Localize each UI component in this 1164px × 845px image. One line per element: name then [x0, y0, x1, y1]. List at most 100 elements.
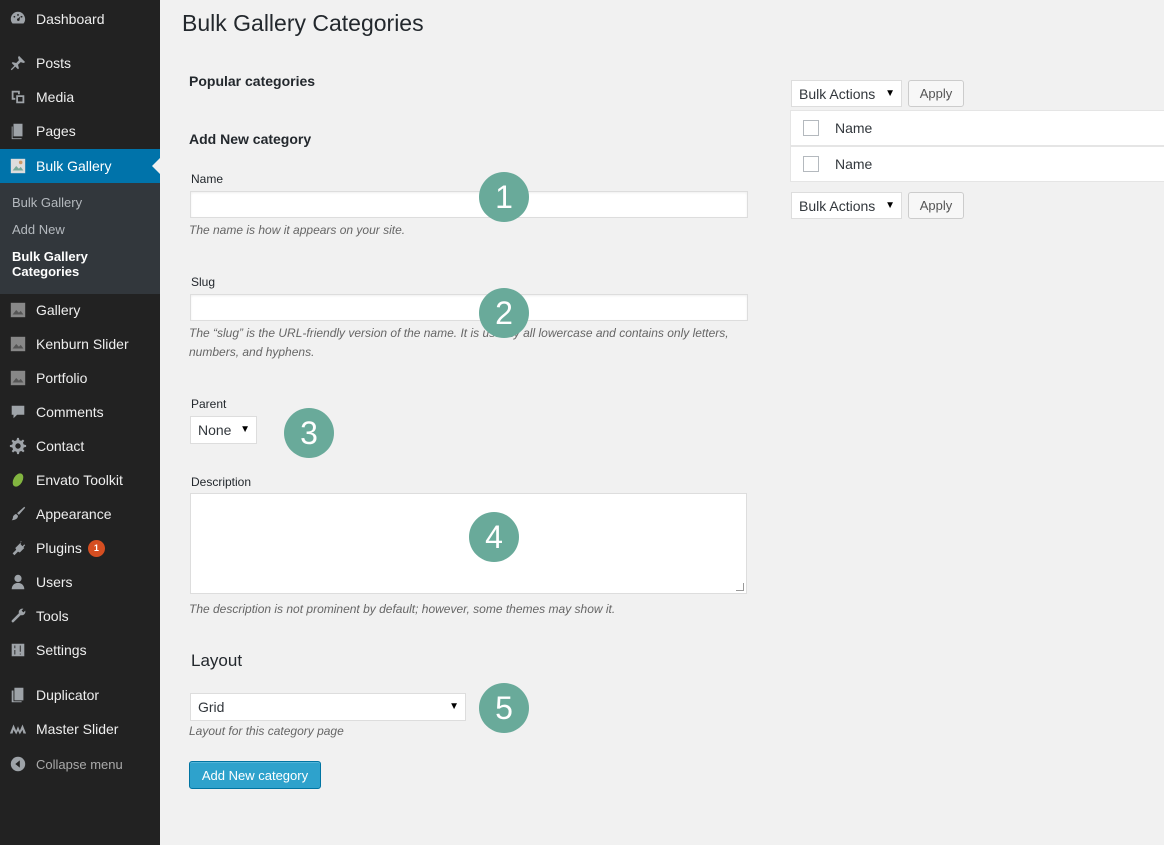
parent-label: Parent	[191, 397, 227, 411]
menu-master-slider[interactable]: Master Slider	[0, 712, 160, 746]
menu-pages[interactable]: Pages	[0, 114, 160, 148]
add-new-category-button[interactable]: Add New category	[189, 761, 321, 789]
description-textarea[interactable]	[190, 493, 747, 594]
slug-label: Slug	[191, 275, 216, 289]
resize-handle-icon[interactable]	[736, 583, 744, 591]
parent-select-value: None	[198, 422, 232, 438]
menu-label: Contact	[36, 438, 85, 454]
layout-description: Layout for this category page	[189, 724, 344, 738]
bulk-actions-select-top[interactable]: Bulk Actions ▼	[791, 80, 902, 107]
menu-label: Bulk Gallery	[36, 158, 112, 174]
menu-dashboard[interactable]: Dashboard	[0, 2, 160, 36]
slug-input[interactable]	[190, 294, 748, 321]
menu-envato-toolkit[interactable]: Envato Toolkit	[0, 463, 160, 497]
menu-appearance[interactable]: Appearance	[0, 497, 160, 531]
menu-settings[interactable]: Settings	[0, 633, 160, 667]
collapse-menu-button[interactable]: Collapse menu	[0, 747, 160, 781]
name-input[interactable]	[190, 191, 748, 218]
leaf-icon	[0, 471, 36, 489]
menu-label: Envato Toolkit	[36, 472, 123, 488]
submenu-add-new[interactable]: Add New	[12, 222, 65, 237]
menu-kenburn-slider[interactable]: Kenburn Slider	[0, 327, 160, 361]
popular-categories-heading[interactable]: Popular categories	[189, 73, 315, 89]
submenu-bulk-gallery-categories[interactable]: Bulk Gallery Categories	[12, 249, 112, 279]
menu-users[interactable]: Users	[0, 565, 160, 599]
marker-2: 2	[479, 288, 529, 338]
update-count-badge: 1	[87, 539, 105, 557]
name-label: Name	[191, 172, 224, 186]
menu-label: Settings	[36, 642, 87, 658]
select-all-checkbox-footer[interactable]	[803, 156, 819, 172]
plug-icon	[0, 539, 36, 557]
bulk-actions-value: Bulk Actions	[799, 85, 876, 102]
gallery-plugin-icon	[0, 157, 36, 175]
pin-icon	[0, 54, 36, 72]
admin-sidebar: Dashboard Posts Media Pages Bulk Gallery…	[0, 0, 160, 845]
menu-label: Posts	[36, 55, 72, 71]
menu-contact[interactable]: Contact	[0, 429, 160, 463]
menu-portfolio[interactable]: Portfolio	[0, 361, 160, 395]
duplicator-icon	[0, 686, 36, 704]
dashboard-icon	[0, 10, 36, 28]
menu-label: Pages	[36, 123, 76, 139]
master-slider-icon	[0, 720, 36, 738]
menu-media[interactable]: Media	[0, 80, 160, 114]
submenu-bulk-gallery[interactable]: Bulk Gallery	[12, 195, 82, 210]
menu-label: Dashboard	[36, 11, 105, 27]
description-help: The description is not prominent by defa…	[189, 602, 616, 616]
marker-5: 5	[479, 683, 529, 733]
marker-1: 1	[479, 172, 529, 222]
collapse-arrow-icon	[0, 755, 36, 773]
layout-select[interactable]: Grid ▼	[190, 693, 466, 721]
menu-label: Appearance	[36, 506, 112, 522]
menu-gallery[interactable]: Gallery	[0, 293, 160, 327]
column-footer-name[interactable]: Name	[835, 156, 872, 172]
menu-plugins[interactable]: Plugins 1	[0, 531, 160, 565]
pages-icon	[0, 122, 36, 140]
menu-tools[interactable]: Tools	[0, 599, 160, 633]
dropdown-arrow-icon: ▼	[885, 88, 895, 99]
bulk-actions-select-bottom[interactable]: Bulk Actions ▼	[791, 192, 902, 219]
select-all-checkbox[interactable]	[803, 120, 819, 136]
menu-label: Media	[36, 89, 75, 105]
menu-comments[interactable]: Comments	[0, 395, 160, 429]
collapse-label: Collapse menu	[36, 756, 123, 772]
menu-label: Master Slider	[36, 721, 119, 737]
menu-duplicator[interactable]: Duplicator	[0, 678, 160, 712]
page-title: Bulk Gallery Categories	[182, 10, 424, 36]
brush-icon	[0, 505, 36, 523]
dropdown-arrow-icon: ▼	[449, 701, 459, 712]
gallery-plugin-icon	[0, 301, 36, 319]
menu-label: Duplicator	[36, 687, 100, 703]
layout-select-value: Grid	[198, 699, 225, 715]
description-label: Description	[191, 475, 252, 489]
gear-icon	[0, 437, 36, 455]
menu-label: Plugins	[36, 540, 82, 556]
bulk-actions-value: Bulk Actions	[799, 197, 876, 214]
menu-posts[interactable]: Posts	[0, 46, 160, 80]
marker-3: 3	[284, 408, 334, 458]
menu-label: Portfolio	[36, 370, 88, 386]
menu-label: Tools	[36, 608, 69, 624]
table-header-row: Name	[790, 110, 1164, 146]
menu-label: Gallery	[36, 302, 81, 318]
menu-bulk-gallery[interactable]: Bulk Gallery	[0, 149, 160, 183]
gallery-plugin-icon	[0, 335, 36, 353]
bulk-gallery-submenu: Bulk Gallery Add New Bulk Gallery Catego…	[0, 183, 160, 294]
name-description: The name is how it appears on your site.	[189, 223, 406, 237]
dropdown-arrow-icon: ▼	[240, 424, 250, 435]
column-header-name[interactable]: Name	[835, 120, 872, 136]
gallery-plugin-icon	[0, 369, 36, 387]
apply-button-top[interactable]: Apply	[908, 80, 964, 107]
menu-label: Kenburn Slider	[36, 336, 129, 352]
menu-label: Users	[36, 574, 73, 590]
media-icon	[0, 88, 36, 106]
parent-select[interactable]: None ▼	[190, 416, 257, 444]
settings-icon	[0, 641, 36, 659]
user-icon	[0, 573, 36, 591]
marker-4: 4	[469, 512, 519, 562]
slug-description-line1: The “slug” is the URL-friendly version o…	[189, 326, 729, 340]
apply-button-bottom[interactable]: Apply	[908, 192, 964, 219]
layout-heading: Layout	[191, 651, 243, 670]
comment-icon	[0, 403, 36, 421]
